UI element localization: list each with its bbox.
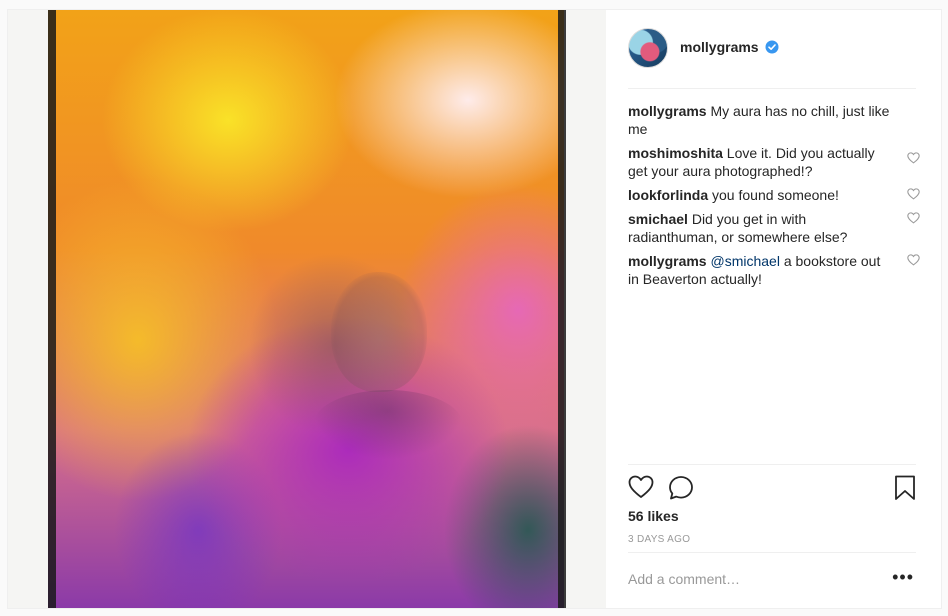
comment-item: moshimoshita Love it. Did you actually g… xyxy=(628,144,920,180)
comment-icon[interactable] xyxy=(668,475,694,501)
face-silhouette xyxy=(331,272,427,392)
comment-username[interactable]: mollygrams xyxy=(628,253,707,269)
add-comment-bar: ••• xyxy=(628,552,916,609)
verified-badge-icon xyxy=(765,40,779,54)
comment-like-heart-icon[interactable] xyxy=(907,212,920,224)
aura-photo xyxy=(48,10,564,608)
comment-item: smichael Did you get in with radianthuma… xyxy=(628,210,920,246)
heart-icon[interactable] xyxy=(628,475,654,499)
comment-like-heart-icon[interactable] xyxy=(907,152,920,164)
comment-item: lookforlinda you found someone! xyxy=(628,186,920,204)
avatar[interactable] xyxy=(628,28,668,68)
comment-username[interactable]: mollygrams xyxy=(628,103,707,119)
comment-username[interactable]: moshimoshita xyxy=(628,145,723,161)
comment-caption: mollygrams My aura has no chill, just li… xyxy=(628,102,920,138)
post-username[interactable]: mollygrams xyxy=(680,39,759,55)
post-sidebar: mollygrams mollygrams My aura has no chi… xyxy=(606,10,941,608)
comment-item: mollygrams @smichael a bookstore out in … xyxy=(628,252,920,288)
comment-mention[interactable]: @smichael xyxy=(710,253,779,269)
add-comment-input[interactable] xyxy=(628,571,868,587)
shoulders-silhouette xyxy=(313,390,463,460)
post-actions xyxy=(628,464,916,500)
post-timestamp[interactable]: 3 DAYS AGO xyxy=(628,534,690,545)
comments-list: mollygrams My aura has no chill, just li… xyxy=(628,102,920,294)
post-container: mollygrams mollygrams My aura has no chi… xyxy=(7,9,942,609)
photo-left-edge xyxy=(48,10,56,608)
more-options-icon[interactable]: ••• xyxy=(892,567,914,588)
comment-username[interactable]: smichael xyxy=(628,211,688,227)
comment-username[interactable]: lookforlinda xyxy=(628,187,708,203)
comment-text: you found someone! xyxy=(712,187,839,203)
photo-right-edge xyxy=(558,10,566,608)
post-image[interactable] xyxy=(8,10,606,608)
comment-like-heart-icon[interactable] xyxy=(907,254,920,266)
post-header: mollygrams xyxy=(628,28,916,89)
bookmark-icon[interactable] xyxy=(894,475,916,501)
likes-count[interactable]: 56 likes xyxy=(628,508,679,524)
comment-like-heart-icon[interactable] xyxy=(907,188,920,200)
